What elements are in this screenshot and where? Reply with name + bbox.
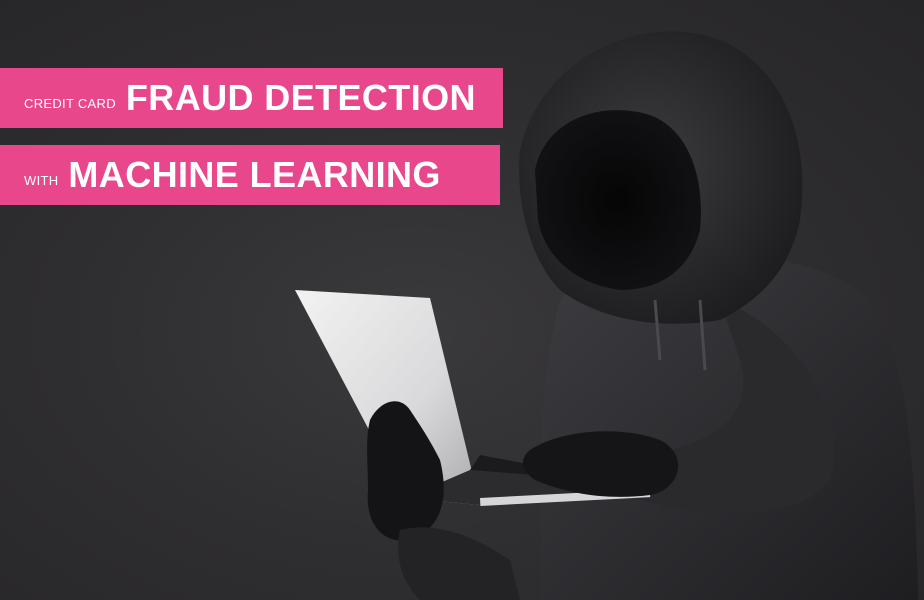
headline-banner-1: CREDIT CARD FRAUD DETECTION	[0, 68, 503, 128]
headline-prefix-1: CREDIT CARD	[24, 96, 116, 111]
headline-main-1: FRAUD DETECTION	[125, 77, 476, 118]
headline-banner-2: WITH MACHINE LEARNING	[0, 145, 500, 205]
hero-banner: CREDIT CARD FRAUD DETECTION WITH MACHINE…	[0, 0, 924, 600]
left-sleeve	[398, 527, 520, 600]
headline-prefix-2: WITH	[24, 173, 59, 188]
headline-main-2: MACHINE LEARNING	[68, 154, 441, 195]
